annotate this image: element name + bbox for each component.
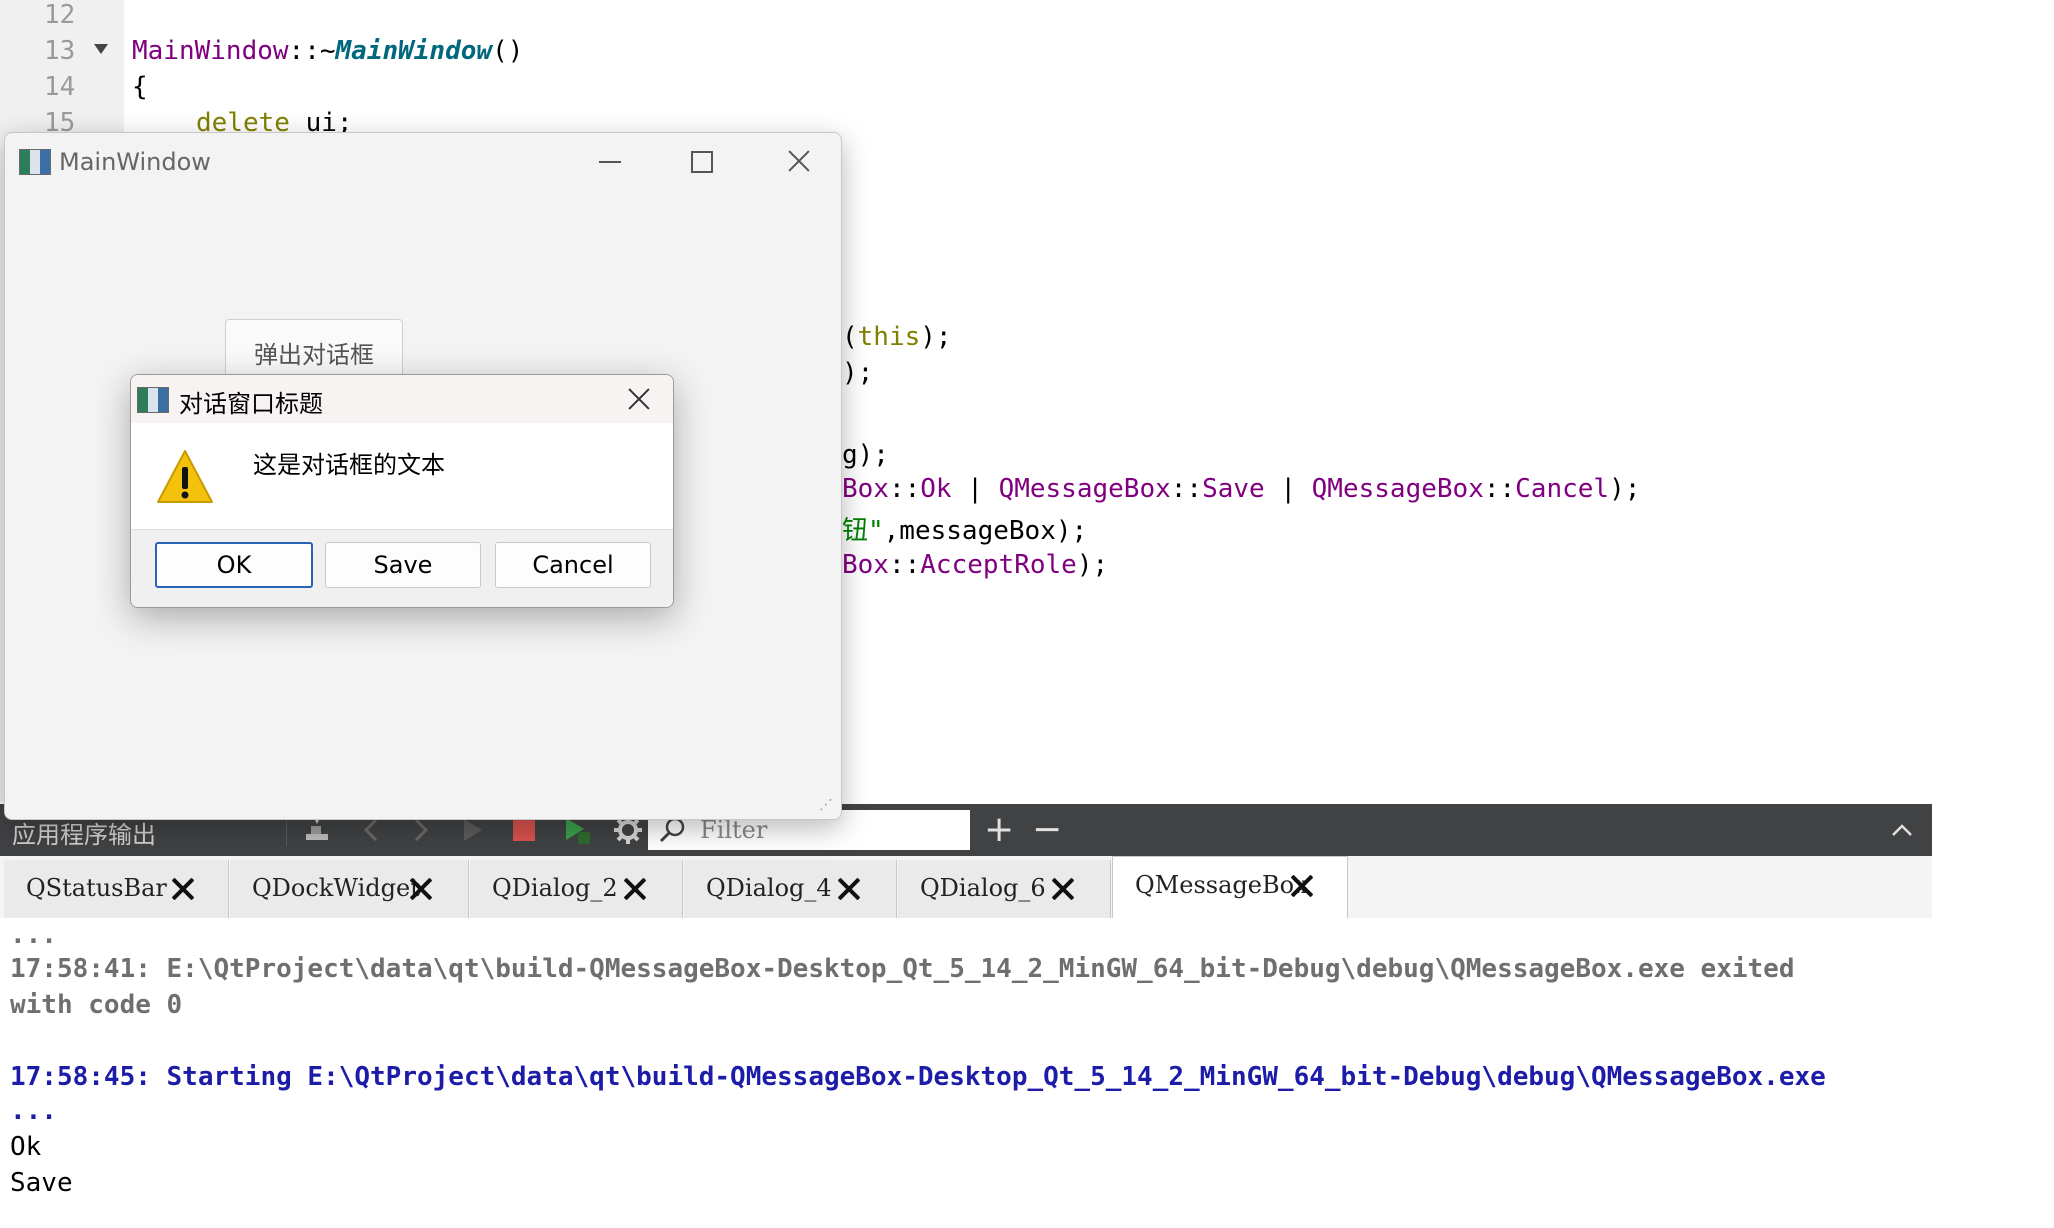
code-token: ); [1076,550,1109,580]
tab-label: QDockWidget [252,874,420,902]
remove-button[interactable]: − [1032,810,1062,850]
code-token: () [492,36,524,66]
warning-icon [157,450,213,503]
minimize-button[interactable] [563,133,653,189]
tab-label: QStatusBar [26,874,167,902]
code-token: :: [1170,474,1203,504]
app-icon [19,149,51,175]
tab-label: QDialog_4 [706,874,832,902]
tab-qdialog-6[interactable]: QDialog_6 [898,860,1111,918]
code-token: | [951,474,999,504]
code-token: Save [1202,474,1265,504]
window-title: MainWindow [59,148,211,176]
code-fragment: (this); [842,322,952,352]
save-button[interactable]: Save [325,542,481,588]
code-fragment: g); [842,440,889,470]
output-line: ... [10,1096,57,1126]
code-line-14: { [132,72,148,102]
ok-button[interactable]: OK [155,542,313,588]
code-token: | [1264,474,1312,504]
message-box-dialog: 对话窗口标题 这是对话框的文本 OK Save Cancel [130,374,674,608]
application-output[interactable]: ... 17:58:41: E:\QtProject\data\qt\build… [0,918,1932,1228]
line-number: 14 [44,72,76,102]
close-tab-icon[interactable] [622,876,648,902]
close-tab-icon[interactable] [170,876,196,902]
maximize-button[interactable] [655,133,745,189]
collapse-icon[interactable] [1888,816,1916,844]
tab-qstatusbar[interactable]: QStatusBar [4,860,229,918]
close-tab-icon[interactable] [1289,873,1315,899]
code-line-13: MainWindow::~MainWindow() [132,36,523,66]
code-fragment: Box::AcceptRole); [842,550,1108,580]
output-line: Save [10,1168,73,1198]
code-token: MainWindow [132,36,289,66]
code-token: ::~ [288,36,336,66]
dialog-title: 对话窗口标题 [179,390,323,418]
code-token: ); [1609,474,1641,504]
output-line: with code 0 [10,990,183,1020]
line-number: 12 [44,0,76,30]
fold-arrow-icon[interactable] [94,44,108,54]
close-tab-icon[interactable] [836,876,862,902]
code-token: QMessageBox [1311,474,1484,504]
close-button[interactable] [751,133,841,189]
cancel-button[interactable]: Cancel [495,542,651,588]
code-token: QMessageBox [998,474,1171,504]
tab-qdialog-2[interactable]: QDialog_2 [470,860,683,918]
button-box: OK Save Cancel [131,529,673,607]
line-number: 13 [44,36,76,66]
code-token: :: [1483,474,1516,504]
code-token: :: [888,474,921,504]
minimize-icon [599,161,621,163]
code-fragment: 钮",messageBox); [842,510,1087,547]
tab-qmessagebox[interactable]: QMessageBox [1112,856,1348,919]
tab-qdockwidget[interactable]: QDockWidget [230,860,469,918]
message-box-titlebar[interactable]: 对话窗口标题 [131,375,673,423]
tab-qdialog-4[interactable]: QDialog_4 [684,860,897,918]
close-button[interactable] [605,375,673,423]
app-icon [137,387,169,413]
output-tab-bar: QStatusBar QDockWidget QDialog_2 QDialog… [0,856,1932,919]
code-token: Cancel [1515,474,1610,504]
dialog-text: 这是对话框的文本 [253,451,445,479]
code-token: ,messageBox); [883,516,1088,546]
code-token: :: [888,550,921,580]
resize-grip-icon[interactable]: ⋰ [819,797,833,813]
output-pane-title: 应用程序输出 [12,821,156,849]
output-line: Ok [10,1132,42,1162]
tab-label: QDialog_2 [492,874,618,902]
tab-label: QMessageBox [1135,871,1308,899]
code-fragment: Box::Ok | QMessageBox::Save | QMessageBo… [842,474,1640,504]
code-token: 钮" [842,516,884,546]
main-window-titlebar[interactable]: MainWindow [5,133,841,189]
message-box-content: 这是对话框的文本 [131,423,673,529]
add-button[interactable]: + [984,810,1014,850]
code-token: ); [920,322,952,352]
close-tab-icon[interactable] [1050,876,1076,902]
code-token: MainWindow [335,36,493,66]
search-icon [659,817,685,843]
maximize-icon [691,151,713,173]
code-token: AcceptRole [920,550,1077,580]
code-token: Box [842,474,889,504]
code-token: ( [842,322,858,352]
output-line: ... [10,920,57,950]
close-tab-icon[interactable] [408,876,434,902]
output-line: 17:58:45: Starting E:\QtProject\data\qt\… [10,1062,1826,1092]
code-token: this [857,322,921,352]
tab-label: QDialog_6 [920,874,1046,902]
code-token: Box [842,550,889,580]
code-fragment: ); [842,358,874,388]
code-token: Ok [920,474,952,504]
output-line: 17:58:41: E:\QtProject\data\qt\build-QMe… [10,954,1795,984]
